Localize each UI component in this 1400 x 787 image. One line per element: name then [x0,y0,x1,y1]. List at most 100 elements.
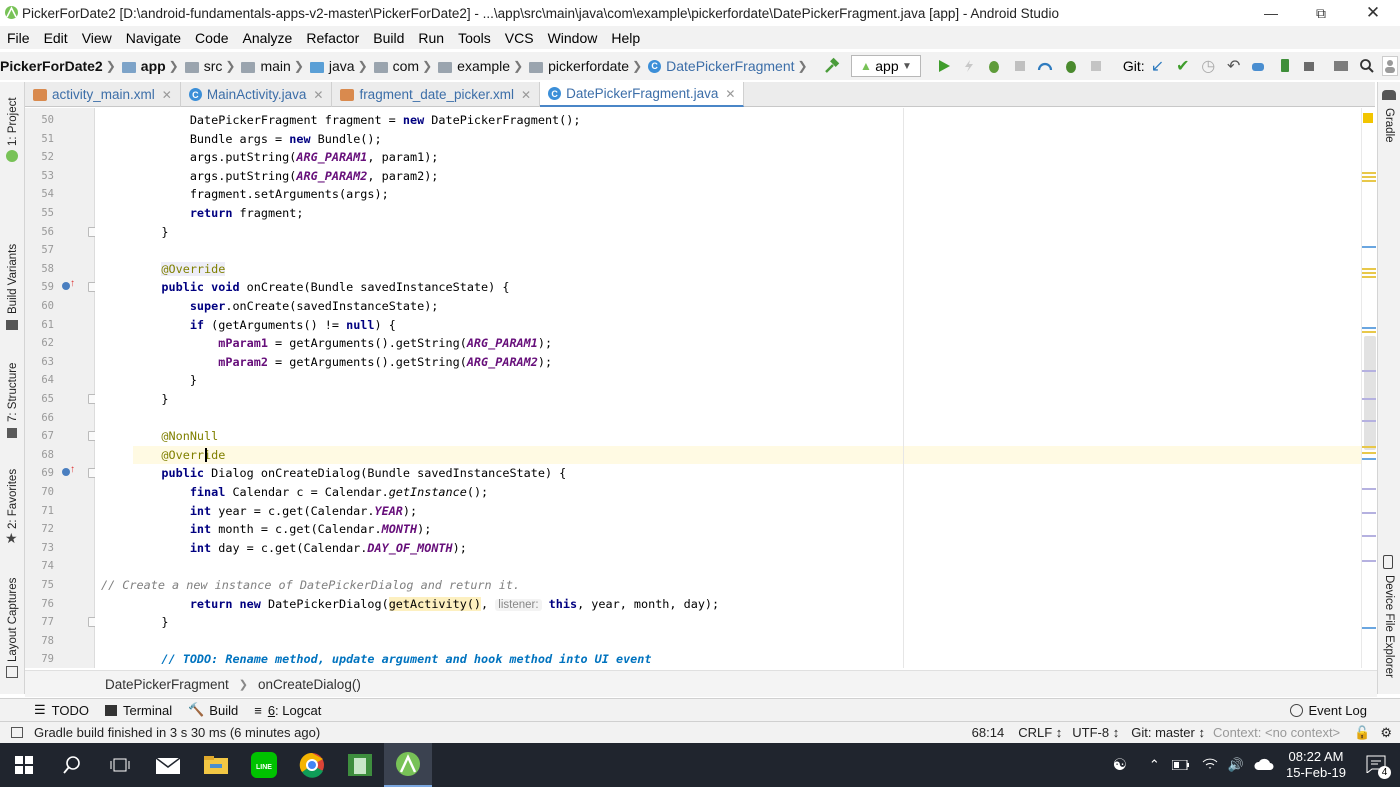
windows-start-icon[interactable] [0,743,48,787]
lock-icon[interactable]: 🔓 [1354,725,1370,741]
clock[interactable]: 08:22 AM 15-Feb-19 [1286,749,1346,781]
terminal-tool-button[interactable]: Terminal [104,703,172,718]
git-update-icon[interactable]: ↙ [1147,54,1168,78]
code-line[interactable]: @Override [133,260,226,279]
breadcrumb-class-name[interactable]: DatePickerFragment [105,677,229,692]
git-commit-icon[interactable]: ✔ [1172,54,1193,78]
project-tool-button[interactable]: 1: Project [7,97,19,146]
caret-position[interactable]: 68:14 [972,725,1005,740]
code-line[interactable]: return fragment; [133,204,304,223]
file-explorer-icon[interactable] [192,743,240,787]
search-icon[interactable] [1356,54,1377,78]
menu-refactor[interactable]: Refactor [299,30,366,46]
menu-analyze[interactable]: Analyze [236,30,300,46]
close-tab-icon[interactable]: ✕ [725,87,735,101]
mail-app-icon[interactable] [144,743,192,787]
sync-gradle-icon[interactable] [1248,54,1269,78]
code-line[interactable]: // Create a new instance of DatePickerDi… [101,576,520,595]
override-arrow-icon[interactable]: ↑ [70,464,75,475]
menu-window[interactable]: Window [541,30,605,46]
breadcrumb-java[interactable]: java ❯ [309,58,374,74]
project-structure-icon[interactable] [1331,54,1352,78]
event-log-tool-button[interactable]: Event Log [1290,703,1367,718]
battery-icon[interactable] [1171,758,1190,773]
menu-help[interactable]: Help [604,30,647,46]
user-icon[interactable] [1381,56,1398,76]
menu-tools[interactable]: Tools [451,30,498,46]
code-line[interactable]: args.putString(ARG_PARAM2, param2); [133,167,439,186]
code-line[interactable]: final Calendar c = Calendar.getInstance(… [133,483,488,502]
gradle-tool-button[interactable]: Gradle [1383,108,1395,143]
code-line[interactable]: int day = c.get(Calendar.DAY_OF_MONTH); [133,539,467,558]
code-line[interactable]: } [133,223,168,242]
logcat-tool-button[interactable]: ≡ 6: Logcat [254,703,321,718]
breadcrumb-class[interactable]: C DatePickerFragment ❯ [648,58,813,74]
code-line[interactable]: Bundle args = new Bundle(); [133,130,382,149]
android-studio-taskbar-icon[interactable] [384,743,432,787]
breadcrumb-package[interactable]: pickerfordate ❯ [529,58,648,74]
make-project-hammer-icon[interactable] [822,54,843,78]
code-line[interactable]: public void onCreate(Bundle savedInstanc… [133,278,509,297]
git-branch-select[interactable]: Git: master ↕ [1131,725,1205,740]
breadcrumb-src[interactable]: src ❯ [184,58,242,74]
code-line[interactable]: } [133,371,197,390]
breadcrumb-example[interactable]: example ❯ [438,58,529,74]
code-line[interactable]: DatePickerFragment fragment = new DatePi… [133,111,581,130]
code-line[interactable]: } [133,613,168,632]
run-icon[interactable] [933,54,954,78]
minimize-icon[interactable]: — [1248,0,1294,26]
menu-run[interactable]: Run [411,30,451,46]
device-file-explorer-tool-button[interactable]: Device File Explorer [1383,575,1395,678]
volume-icon[interactable]: 🔊 [1228,757,1244,773]
close-tab-icon[interactable]: ✕ [162,88,172,102]
restore-icon[interactable]: ⧉ [1298,0,1344,26]
override-method-icon[interactable] [62,282,70,291]
git-history-icon[interactable]: ◷ [1198,54,1219,78]
code-editor[interactable]: DatePickerFragment fragment = new DatePi… [95,108,1361,668]
tab-date-picker-fragment-java[interactable]: C DatePickerFragment.java ✕ [540,82,745,107]
breadcrumb-com[interactable]: com ❯ [373,58,439,74]
code-line[interactable]: // TODO: Rename method, update argument … [133,650,651,668]
menu-navigate[interactable]: Navigate [119,30,188,46]
people-icon[interactable]: ☯ [1113,755,1127,775]
close-tab-icon[interactable]: ✕ [313,88,323,102]
close-tab-icon[interactable]: ✕ [521,88,531,102]
run-config-select[interactable]: ▲ app ▼ [851,55,921,77]
status-message[interactable]: Gradle build finished in 3 s 30 ms (6 mi… [34,725,320,740]
menu-edit[interactable]: Edit [37,30,75,46]
code-line[interactable]: fragment.setArguments(args); [133,185,389,204]
git-revert-icon[interactable]: ↶ [1223,54,1244,78]
apply-changes-icon[interactable] [958,54,979,78]
build-variants-tool-button[interactable]: Build Variants [7,244,19,314]
code-line[interactable]: public Dialog onCreateDialog(Bundle save… [133,464,566,483]
code-line[interactable]: @Override [133,445,1361,465]
profile-icon[interactable] [1035,54,1056,78]
wifi-icon[interactable] [1202,757,1218,774]
code-line[interactable]: int month = c.get(Calendar.MONTH); [133,520,432,539]
code-line[interactable]: super.onCreate(savedInstanceState); [133,297,439,316]
onedrive-sync-icon[interactable] [1254,757,1274,774]
todo-tool-button[interactable]: ☰ TODO [34,702,89,718]
notepad-app-icon[interactable] [336,743,384,787]
chevron-up-icon[interactable]: ⌃ [1149,757,1160,773]
menu-build[interactable]: Build [366,30,411,46]
code-line[interactable]: if (getArguments() != null) { [133,316,396,335]
menu-view[interactable]: View [75,30,119,46]
line-separator-select[interactable]: CRLF ↕ [1018,725,1062,740]
close-icon[interactable]: ✕ [1350,0,1396,26]
debug-icon[interactable] [984,54,1005,78]
code-line[interactable]: } [133,390,168,409]
structure-tool-button[interactable]: 7: Structure [7,363,19,422]
encoding-select[interactable]: UTF-8 ↕ [1072,725,1119,740]
avd-manager-icon[interactable] [1274,54,1295,78]
line-app-icon[interactable]: LINE [240,743,288,787]
code-line[interactable]: mParam1 = getArguments().getString(ARG_P… [133,334,552,353]
build-tool-button[interactable]: 🔨 Build [188,702,238,718]
breadcrumb-main[interactable]: main ❯ [241,58,309,74]
menu-file[interactable]: File [0,30,37,46]
breadcrumb-method-name[interactable]: onCreateDialog() [258,677,361,692]
scrollbar-thumb[interactable] [1364,336,1376,450]
search-icon[interactable] [48,743,96,787]
coverage-icon[interactable] [1009,54,1030,78]
stop-icon[interactable] [1085,54,1106,78]
